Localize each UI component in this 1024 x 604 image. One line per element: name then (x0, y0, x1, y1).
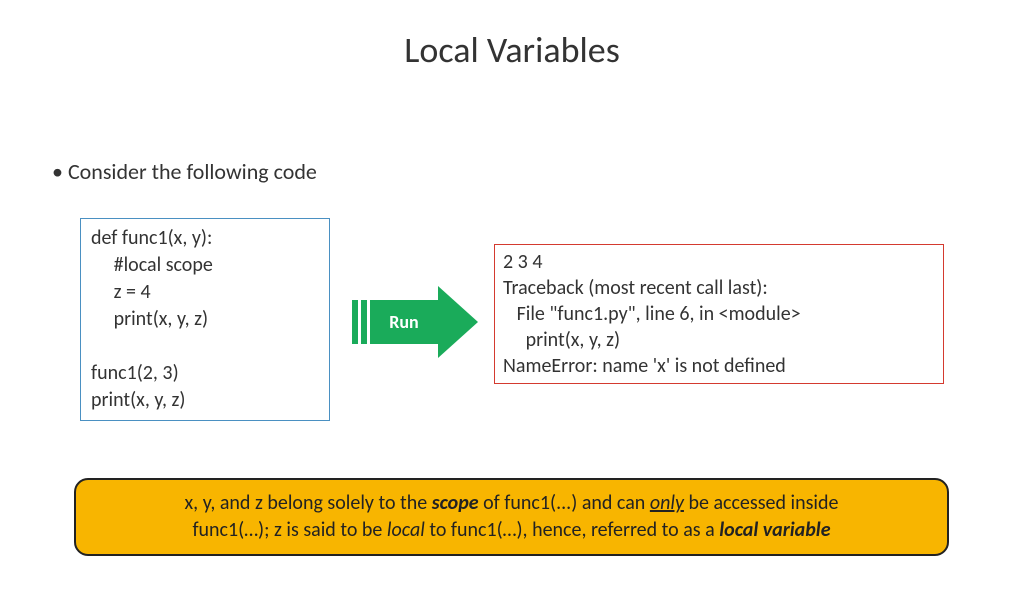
slide-title: Local Variables (0, 28, 1024, 72)
callout-text: func1(…); z is said to be (192, 518, 386, 542)
output-box: 2 3 4 Traceback (most recent call last):… (494, 244, 944, 384)
callout-text: of func1(...) and can (479, 491, 650, 515)
callout-text: x, y, and z belong solely to the (185, 491, 432, 515)
run-label: Run (389, 311, 418, 333)
callout-text: to func1(…), hence, referred to as a (425, 518, 719, 542)
arrow-stripe-icon (352, 300, 358, 344)
arrow-head-icon (438, 286, 478, 358)
bullet-intro: Consider the following code (52, 158, 317, 185)
explanation-callout: x, y, and z belong solely to the scope o… (74, 478, 949, 556)
code-sample-box: def func1(x, y): #local scope z = 4 prin… (80, 218, 330, 421)
callout-text: be accessed inside (684, 491, 839, 515)
callout-underline: only (650, 491, 684, 515)
arrow-stripe-icon (361, 300, 367, 344)
callout-italic: local (387, 518, 425, 542)
callout-emphasis: local variable (719, 518, 830, 542)
arrow-body-icon: Run (370, 300, 438, 344)
callout-emphasis: scope (432, 491, 479, 515)
run-arrow: Run (352, 278, 482, 368)
